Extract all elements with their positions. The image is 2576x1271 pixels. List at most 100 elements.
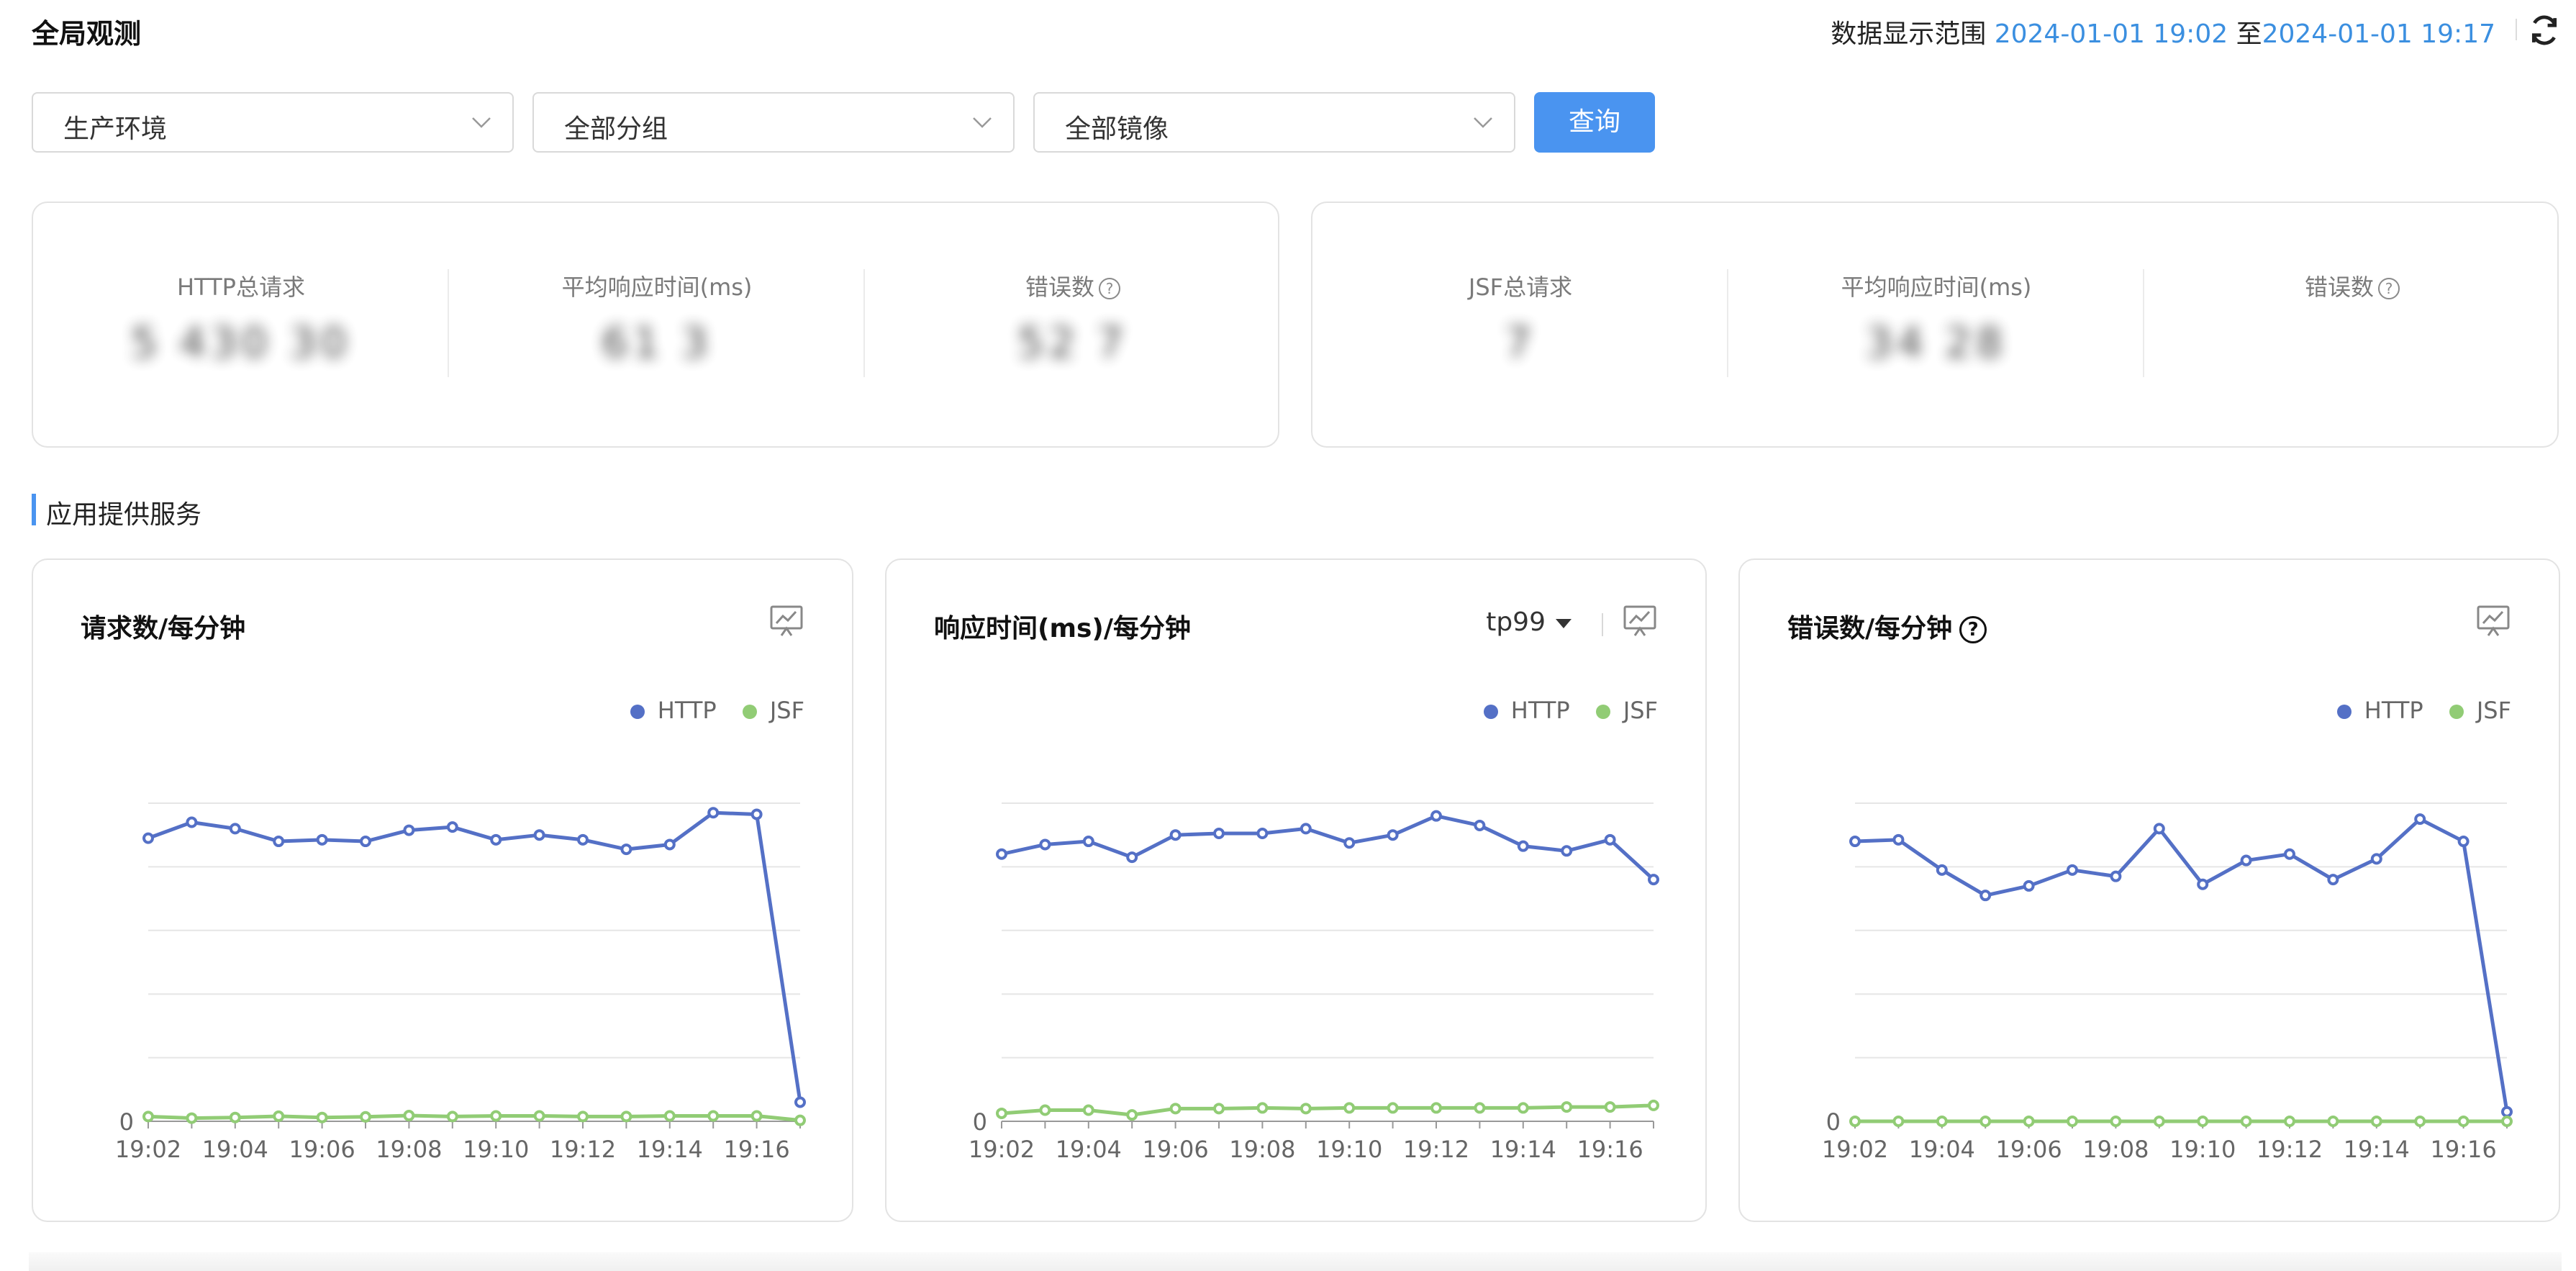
data-point-jsf[interactable]	[1387, 1102, 1399, 1114]
data-point-http[interactable]	[2153, 823, 2165, 835]
help-icon[interactable]: ?	[2378, 278, 2400, 299]
data-point-http[interactable]	[403, 824, 415, 836]
data-point-http[interactable]	[490, 833, 502, 846]
environment-select[interactable]: 生产环境	[32, 92, 514, 153]
data-point-jsf[interactable]	[996, 1107, 1007, 1119]
data-point-http[interactable]	[1343, 837, 1356, 849]
data-point-http[interactable]	[1039, 838, 1051, 851]
data-point-http[interactable]	[360, 836, 371, 848]
data-point-jsf[interactable]	[403, 1110, 415, 1122]
data-point-jsf[interactable]	[2501, 1116, 2513, 1127]
data-point-jsf[interactable]	[2327, 1116, 2339, 1127]
data-point-jsf[interactable]	[2370, 1116, 2382, 1127]
data-point-http[interactable]	[1517, 840, 1529, 852]
data-point-jsf[interactable]	[1648, 1099, 1659, 1111]
data-point-http[interactable]	[142, 832, 154, 844]
data-point-jsf[interactable]	[1936, 1116, 1948, 1127]
data-point-jsf[interactable]	[533, 1110, 545, 1122]
data-point-http[interactable]	[446, 821, 458, 833]
data-point-http[interactable]	[577, 833, 589, 846]
data-point-http[interactable]	[273, 836, 285, 848]
data-point-jsf[interactable]	[620, 1111, 632, 1123]
data-point-http[interactable]	[2284, 848, 2295, 860]
data-point-http[interactable]	[1936, 864, 1948, 876]
data-point-http[interactable]	[1604, 833, 1616, 846]
data-point-http[interactable]	[620, 843, 632, 856]
data-point-http[interactable]	[186, 816, 198, 828]
data-point-jsf[interactable]	[663, 1110, 676, 1122]
data-point-jsf[interactable]	[1430, 1102, 1442, 1114]
data-point-http[interactable]	[1082, 836, 1094, 848]
data-point-http[interactable]	[1256, 827, 1269, 839]
data-point-http[interactable]	[2327, 874, 2339, 886]
data-point-jsf[interactable]	[2414, 1116, 2426, 1127]
data-point-jsf[interactable]	[2284, 1116, 2295, 1127]
data-point-jsf[interactable]	[273, 1110, 285, 1122]
data-point-jsf[interactable]	[2153, 1116, 2165, 1127]
refresh-icon[interactable]	[2529, 14, 2560, 46]
data-point-http[interactable]	[1126, 851, 1138, 864]
data-point-jsf[interactable]	[1517, 1102, 1529, 1114]
data-point-jsf[interactable]	[1213, 1103, 1225, 1115]
data-point-http[interactable]	[1561, 845, 1573, 857]
data-point-jsf[interactable]	[490, 1110, 502, 1122]
data-point-http[interactable]	[1169, 829, 1182, 841]
data-point-jsf[interactable]	[1474, 1102, 1486, 1114]
data-point-jsf[interactable]	[1892, 1116, 1905, 1127]
data-point-jsf[interactable]	[2457, 1116, 2470, 1127]
data-point-jsf[interactable]	[186, 1112, 198, 1124]
data-point-jsf[interactable]	[1039, 1104, 1051, 1116]
data-point-jsf[interactable]	[2240, 1116, 2252, 1127]
data-point-http[interactable]	[2023, 879, 2035, 892]
data-point-http[interactable]	[996, 848, 1007, 860]
data-point-jsf[interactable]	[1082, 1104, 1094, 1116]
data-point-jsf[interactable]	[142, 1111, 154, 1123]
data-point-http[interactable]	[316, 833, 328, 846]
data-point-http[interactable]	[533, 829, 545, 841]
data-point-jsf[interactable]	[794, 1114, 806, 1126]
data-point-http[interactable]	[2457, 836, 2470, 848]
data-point-jsf[interactable]	[1256, 1102, 1269, 1114]
data-point-http[interactable]	[2370, 853, 2382, 865]
data-point-jsf[interactable]	[707, 1110, 720, 1122]
data-point-http[interactable]	[2197, 878, 2209, 890]
data-point-jsf[interactable]	[2110, 1116, 2122, 1127]
data-point-http[interactable]	[1300, 823, 1312, 835]
data-point-http[interactable]	[2414, 813, 2426, 826]
data-point-http[interactable]	[1979, 890, 1992, 902]
image-select[interactable]: 全部镜像	[1033, 92, 1515, 153]
data-point-http[interactable]	[1892, 833, 1905, 846]
data-point-http[interactable]	[1648, 874, 1659, 886]
data-point-http[interactable]	[1474, 819, 1486, 831]
data-point-jsf[interactable]	[1126, 1109, 1138, 1121]
data-point-jsf[interactable]	[1561, 1101, 1573, 1113]
data-point-http[interactable]	[1430, 810, 1442, 822]
data-point-jsf[interactable]	[750, 1110, 763, 1122]
group-select[interactable]: 全部分组	[532, 92, 1015, 153]
query-button[interactable]: 查询	[1534, 92, 1655, 153]
data-point-http[interactable]	[707, 807, 720, 819]
data-point-jsf[interactable]	[2023, 1116, 2035, 1127]
help-icon[interactable]: ?	[1099, 278, 1120, 299]
data-point-http[interactable]	[794, 1096, 806, 1108]
data-point-jsf[interactable]	[446, 1111, 458, 1123]
data-point-http[interactable]	[750, 808, 763, 820]
data-point-http[interactable]	[663, 838, 676, 851]
data-point-jsf[interactable]	[1343, 1102, 1356, 1114]
data-point-jsf[interactable]	[1604, 1101, 1616, 1113]
data-point-http[interactable]	[2110, 870, 2122, 882]
data-point-jsf[interactable]	[2197, 1116, 2209, 1127]
data-point-http[interactable]	[1849, 836, 1861, 848]
data-point-http[interactable]	[2501, 1105, 2513, 1118]
data-point-jsf[interactable]	[577, 1111, 589, 1123]
data-point-jsf[interactable]	[360, 1111, 371, 1123]
data-point-jsf[interactable]	[316, 1111, 328, 1123]
data-point-http[interactable]	[2067, 864, 2078, 876]
data-point-jsf[interactable]	[2067, 1116, 2078, 1127]
data-point-http[interactable]	[1387, 829, 1399, 841]
data-point-jsf[interactable]	[229, 1111, 241, 1123]
data-point-jsf[interactable]	[1849, 1116, 1861, 1127]
data-point-jsf[interactable]	[1169, 1103, 1182, 1115]
data-point-http[interactable]	[1213, 827, 1225, 839]
data-point-http[interactable]	[229, 823, 241, 835]
